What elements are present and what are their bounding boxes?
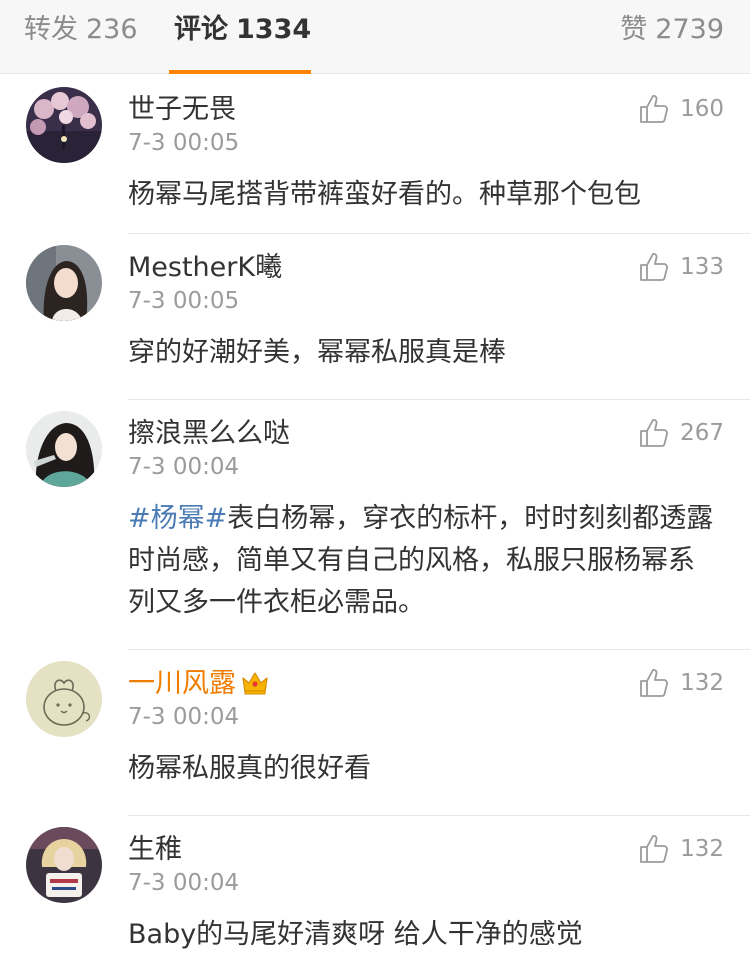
tab-comment-count: 1334 xyxy=(236,14,312,45)
like-count: 133 xyxy=(680,254,724,280)
comment-text: 杨幂私服真的很好看 xyxy=(128,753,371,784)
comment-username[interactable]: 生稚 xyxy=(128,832,182,868)
comment-time: 7-3 00:04 xyxy=(128,704,240,730)
comment-item: 世子无畏 7-3 00:05 160 杨幂马尾搭背带裤蛮好看的。种草那个包包 xyxy=(0,75,750,233)
thumbs-up-icon xyxy=(640,253,669,281)
comment-tab-bar: 转发 236 评论 1334 赞 2739 xyxy=(0,0,750,74)
comment-username[interactable]: 一川风露 xyxy=(128,666,270,702)
avatar[interactable] xyxy=(26,411,102,487)
like-button[interactable]: 133 xyxy=(638,250,724,284)
like-button[interactable]: 160 xyxy=(638,92,724,126)
tab-repost-count: 236 xyxy=(86,14,138,45)
comment-item: MestherK曦 7-3 00:05 133 穿的好潮好美，幂幂私服真是棒 xyxy=(0,233,750,399)
thumbs-up-icon xyxy=(640,419,669,447)
like-button[interactable]: 267 xyxy=(638,416,724,450)
comment-time: 7-3 00:05 xyxy=(128,130,240,156)
active-tab-indicator xyxy=(169,70,311,74)
tab-repost[interactable]: 转发 236 xyxy=(24,12,138,48)
like-count: 132 xyxy=(680,836,724,862)
like-button[interactable]: 132 xyxy=(638,832,724,866)
topic-hashtag-link[interactable]: #杨幂# xyxy=(128,503,227,534)
comment-username[interactable]: MestherK曦 xyxy=(128,250,282,286)
comment-username-text: 一川风露 xyxy=(128,668,236,699)
comment-list: 世子无畏 7-3 00:05 160 杨幂马尾搭背带裤蛮好看的。种草那个包包 M… xyxy=(0,75,750,965)
like-count: 267 xyxy=(680,420,724,446)
harley-portrait-avatar-icon xyxy=(26,827,102,903)
avatar[interactable] xyxy=(26,245,102,321)
like-count: 160 xyxy=(680,96,724,122)
comment-text: 杨幂马尾搭背带裤蛮好看的。种草那个包包 xyxy=(128,179,641,210)
comment-text: 穿的好潮好美，幂幂私服真是棒 xyxy=(128,337,506,368)
comment-text: Baby的马尾好清爽呀 给人干净的感觉 xyxy=(128,919,583,950)
tab-repost-label: 转发 xyxy=(24,14,78,45)
crown-icon xyxy=(242,672,268,695)
comment-time: 7-3 00:05 xyxy=(128,288,240,314)
comment-time: 7-3 00:04 xyxy=(128,870,240,896)
girl-portrait-avatar-icon xyxy=(26,245,102,321)
cherry-blossom-avatar-icon xyxy=(26,87,102,163)
comment-item: 一川风露 7-3 00:04 132 杨幂私服真的很好看 xyxy=(0,649,750,815)
like-count: 132 xyxy=(680,670,724,696)
tab-like-count: 2739 xyxy=(655,14,724,45)
tab-like-label: 赞 xyxy=(620,14,648,45)
like-button[interactable]: 132 xyxy=(638,666,724,700)
costume-portrait-avatar-icon xyxy=(26,411,102,487)
comment-item: 擦浪黑么么哒 7-3 00:04 267 #杨幂#表白杨幂，穿衣的标杆，时时刻刻… xyxy=(0,399,750,649)
thumbs-up-icon xyxy=(640,835,669,863)
thumbs-up-icon xyxy=(640,669,669,697)
cartoon-animal-avatar-icon xyxy=(26,661,102,737)
tab-comment-label: 评论 xyxy=(174,14,228,45)
tab-like[interactable]: 赞 2739 xyxy=(620,12,724,48)
comment-item: 生稚 7-3 00:04 132 Baby的马尾好清爽呀 给人干净的感觉 xyxy=(0,815,750,965)
avatar[interactable] xyxy=(26,827,102,903)
comment-username[interactable]: 世子无畏 xyxy=(128,92,236,128)
comment-text: #杨幂#表白杨幂，穿衣的标杆，时时刻刻都透露时尚感，简单又有自己的风格，私服只服… xyxy=(128,498,718,624)
thumbs-up-icon xyxy=(640,95,669,123)
comment-username[interactable]: 擦浪黑么么哒 xyxy=(128,416,290,452)
avatar[interactable] xyxy=(26,87,102,163)
avatar[interactable] xyxy=(26,661,102,737)
comment-time: 7-3 00:04 xyxy=(128,454,240,480)
